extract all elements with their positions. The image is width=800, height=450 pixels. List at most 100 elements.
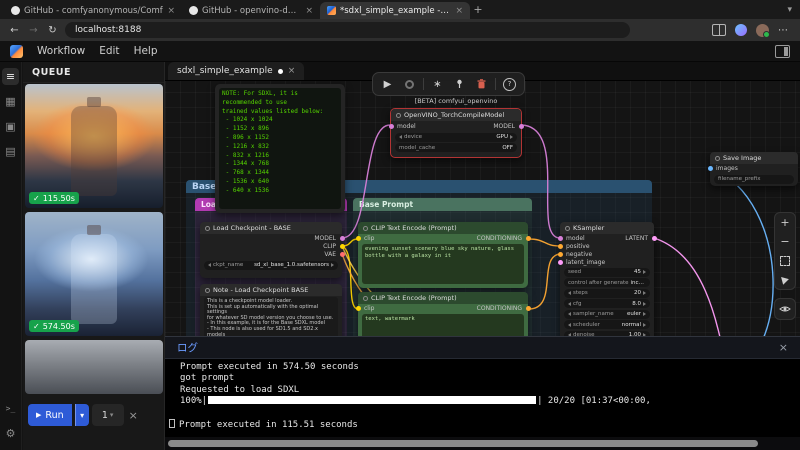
stepper-left-icon[interactable] — [399, 135, 402, 139]
menu-workflow[interactable]: Workflow — [37, 45, 85, 57]
browser-tab-comfyui[interactable]: *sdxl_simple_example - ComfyUI × — [320, 2, 470, 19]
queue-item-thumbnail[interactable]: ✓ 115.50s — [25, 84, 163, 208]
new-tab-button[interactable]: + — [470, 3, 486, 16]
menu-edit[interactable]: Edit — [99, 45, 119, 57]
stepper-right-icon[interactable] — [643, 312, 646, 316]
stepper-right-icon[interactable] — [643, 291, 646, 295]
model-cache-widget[interactable]: model_cache OFF — [395, 143, 517, 152]
stepper-left-icon[interactable] — [568, 291, 571, 295]
refresh-icon[interactable]: ↻ — [46, 25, 59, 36]
delete-button[interactable] — [471, 75, 492, 93]
sidebar-model-library-tab[interactable]: ▣ — [2, 118, 19, 135]
input-slot[interactable] — [557, 235, 563, 241]
node-load-checkpoint[interactable]: Load Checkpoint - BASE MODEL CLIP VAE ck… — [200, 222, 345, 278]
node-openvino-torchcompile[interactable]: OpenVINO_TorchCompileModel model MODEL d… — [388, 108, 524, 158]
profile-avatar[interactable] — [756, 23, 770, 38]
queue-status-button[interactable] — [399, 75, 420, 93]
snap-button[interactable]: ∗ — [427, 75, 448, 93]
output-slot[interactable] — [525, 305, 531, 311]
stepper-right-icon[interactable] — [643, 270, 646, 274]
help-button[interactable]: ? — [499, 75, 520, 93]
zoom-in-button[interactable]: + — [775, 213, 795, 232]
output-slot[interactable] — [651, 235, 657, 241]
stepper-left-icon[interactable] — [568, 301, 571, 306]
control-after-generate-widget[interactable]: control after generate increment — [564, 278, 650, 287]
stepper-right-icon[interactable] — [643, 322, 646, 327]
tab-search-icon[interactable]: ▾ — [787, 5, 792, 15]
output-slot[interactable] — [518, 123, 524, 129]
queue-item-thumbnail[interactable] — [25, 340, 163, 394]
output-slot[interactable] — [339, 235, 345, 241]
queue-item-thumbnail[interactable]: ✓ 574.50s — [25, 212, 163, 336]
close-icon[interactable]: × — [288, 66, 296, 76]
steps-widget[interactable]: steps 20 — [564, 288, 650, 298]
input-slot[interactable] — [388, 123, 394, 129]
filename-prefix-widget[interactable]: filename_prefix — [714, 174, 794, 184]
run-workflow-button[interactable]: ▶ — [377, 75, 398, 93]
input-slot[interactable] — [707, 166, 713, 171]
stepper-right-icon[interactable] — [643, 301, 646, 306]
terminal-toggle-button[interactable]: >_ — [2, 400, 19, 417]
stepper-right-icon[interactable] — [331, 263, 334, 267]
run-button[interactable]: ▶ Run — [28, 404, 72, 426]
fit-view-button[interactable] — [775, 251, 795, 270]
input-slot[interactable] — [557, 243, 563, 249]
note-text[interactable]: NOTE: For SDXL, it is recommended to use… — [219, 88, 341, 209]
group-title-base-prompt[interactable]: Base Prompt — [353, 198, 532, 211]
url-input[interactable]: localhost:8188 — [65, 22, 630, 38]
output-slot[interactable] — [525, 235, 531, 241]
panel-toggle-icon[interactable] — [775, 44, 790, 58]
node-clip-encode-positive[interactable]: CLIP Text Encode (Prompt) clip CONDITION… — [355, 222, 531, 288]
input-slot[interactable] — [355, 305, 361, 311]
scrollbar-thumb[interactable] — [168, 440, 758, 447]
close-icon[interactable]: × — [305, 6, 313, 16]
sidebar-workflows-tab[interactable]: ▤ — [2, 143, 19, 160]
sampler-name-widget[interactable]: sampler_name euler — [564, 309, 650, 319]
node-sdxl-note[interactable]: NOTE: For SDXL, it is recommended to use… — [215, 84, 345, 213]
select-mode-button[interactable] — [775, 270, 795, 289]
toggle-link-visibility-button[interactable] — [774, 298, 796, 320]
node-ksampler[interactable]: KSampler model LATENT positive negative … — [557, 222, 657, 342]
collapse-dot-icon[interactable] — [205, 287, 210, 293]
split-screen-icon[interactable] — [712, 24, 726, 36]
cfg-widget[interactable]: cfg 8.0 — [564, 299, 650, 308]
horizontal-scrollbar[interactable] — [165, 439, 800, 448]
collapse-dot-icon[interactable] — [715, 155, 720, 161]
zoom-out-button[interactable]: − — [775, 232, 795, 251]
ckpt-name-widget[interactable]: ckpt_name sd_xl_base_1.0.safetensors — [204, 260, 338, 270]
stepper-left-icon[interactable] — [568, 322, 571, 327]
output-slot[interactable] — [339, 251, 345, 257]
stepper-left-icon[interactable] — [208, 263, 211, 267]
collapse-dot-icon[interactable] — [363, 225, 368, 231]
sidebar-queue-tab[interactable]: ≡ — [2, 68, 19, 85]
workflow-tab[interactable]: sdxl_simple_example × — [168, 62, 305, 80]
browser-tab-github-comfy[interactable]: GitHub - comfyanonymous/Comf × — [4, 2, 182, 19]
copilot-icon[interactable] — [735, 24, 747, 36]
collapse-dot-icon[interactable] — [565, 225, 570, 231]
browser-tab-github-openvino[interactable]: GitHub - openvino-dev-samples/ × — [182, 2, 320, 19]
batch-count-input[interactable]: 1 ▾ — [91, 404, 124, 426]
stepper-right-icon[interactable] — [510, 135, 513, 139]
input-slot[interactable] — [557, 251, 563, 257]
seed-widget[interactable]: seed 45 — [564, 267, 650, 277]
close-icon[interactable]: × — [167, 6, 175, 16]
device-widget[interactable]: device GPU — [395, 132, 517, 142]
prompt-textarea[interactable]: evening sunset scenery blue sky nature, … — [362, 244, 524, 284]
close-icon[interactable]: × — [129, 409, 138, 422]
run-options-button[interactable]: ▾ — [74, 404, 89, 426]
stepper-left-icon[interactable] — [568, 312, 571, 316]
sidebar-node-library-tab[interactable]: ▦ — [2, 93, 19, 110]
comfyui-logo[interactable] — [10, 44, 23, 58]
back-icon[interactable]: ← — [8, 25, 21, 36]
pin-button[interactable] — [449, 75, 470, 93]
close-icon[interactable]: × — [779, 341, 788, 354]
collapse-dot-icon[interactable] — [205, 225, 210, 231]
input-slot[interactable] — [355, 235, 361, 241]
scheduler-widget[interactable]: scheduler normal — [564, 320, 650, 329]
node-save-image[interactable]: Save Image images filename_prefix — [707, 152, 798, 186]
close-icon[interactable]: × — [455, 6, 463, 16]
output-slot[interactable] — [339, 243, 345, 249]
settings-button[interactable]: ⚙ — [2, 425, 19, 442]
menu-help[interactable]: Help — [134, 45, 158, 57]
input-slot[interactable] — [557, 259, 563, 265]
